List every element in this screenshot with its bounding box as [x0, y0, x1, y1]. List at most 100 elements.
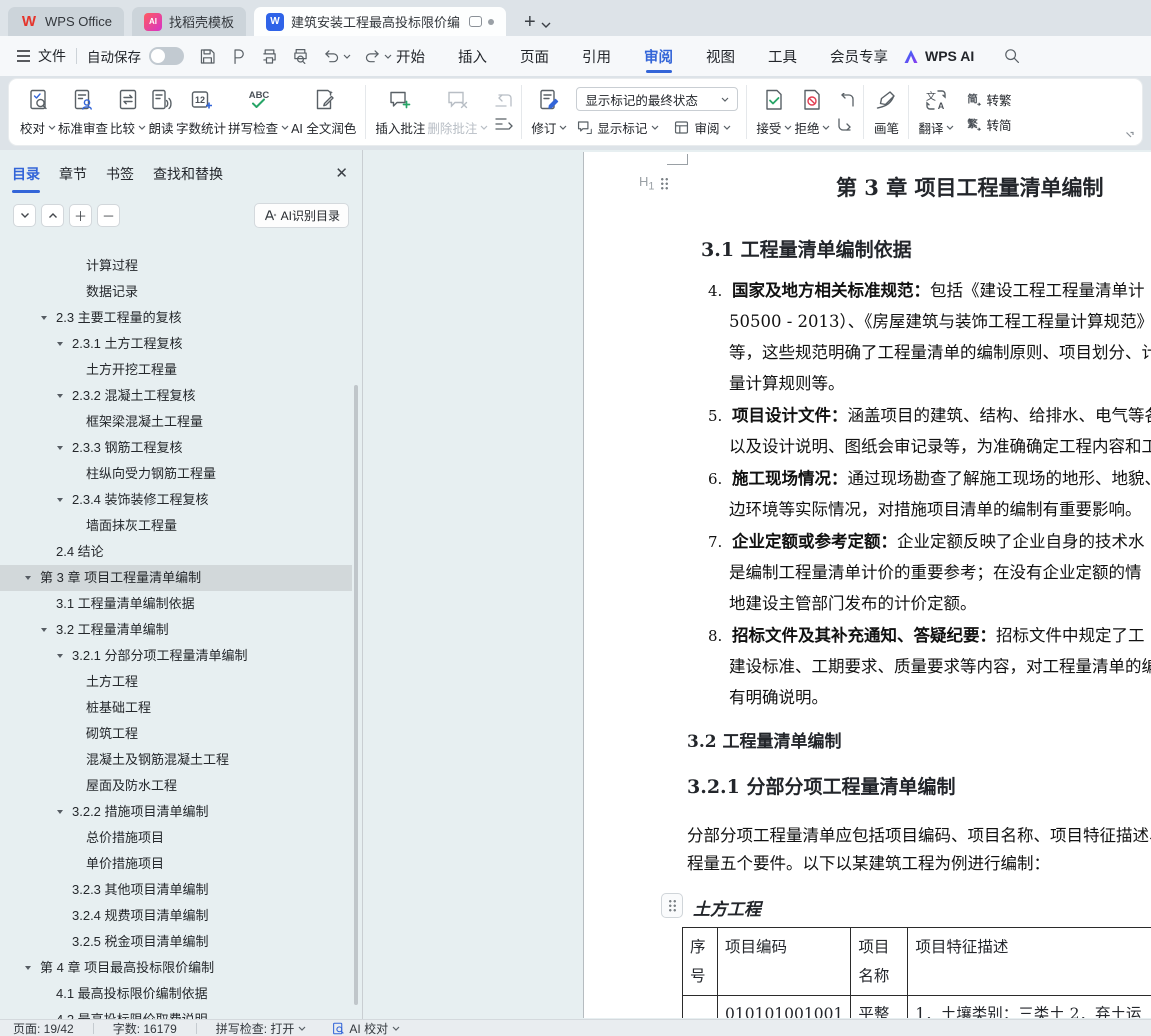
tab-chapters[interactable]: 章节 — [59, 164, 87, 193]
toc-item[interactable]: 3.2.2 措施项目清单编制 — [0, 799, 352, 825]
toc-item[interactable]: 土方工程 — [0, 669, 352, 695]
search-icon[interactable] — [1002, 46, 1021, 65]
print-button[interactable] — [260, 47, 279, 66]
menu-item-reference[interactable]: 引用 — [582, 36, 611, 76]
word-count-indicator[interactable]: 字数: 16179 — [113, 1020, 177, 1036]
toc-item[interactable]: 计算过程 — [0, 253, 352, 279]
toc-item[interactable]: 总价措施项目 — [0, 825, 352, 851]
redo-button[interactable] — [363, 47, 392, 66]
insert-comment-button[interactable]: 插入批注 — [374, 83, 426, 141]
compare-button[interactable]: 比较 — [109, 83, 147, 141]
page-indicator[interactable]: 页面: 19/42 — [13, 1020, 74, 1036]
collapse-arrow-icon[interactable] — [57, 810, 63, 814]
toc-item[interactable]: 单价措施项目 — [0, 851, 352, 877]
menu-item-member[interactable]: 会员专享 — [830, 36, 888, 76]
tab-bookmarks[interactable]: 书签 — [106, 164, 134, 193]
collapse-arrow-icon[interactable] — [57, 394, 63, 398]
next-comment-icon[interactable] — [495, 117, 514, 132]
document-page[interactable]: H1 第 3 章 项目工程量清单编制 3.1 工程量清单编制依据 4. 国家及地方… — [583, 152, 1151, 1018]
accept-change-button[interactable]: 接受 — [755, 83, 793, 141]
markup-state-dropdown[interactable]: 显示标记的最终状态 — [576, 87, 739, 111]
toc-item[interactable]: 框架梁混凝土工程量 — [0, 409, 352, 435]
toc-item[interactable]: 第 3 章 项目工程量清单编制 — [0, 565, 352, 591]
standard-review-button[interactable]: 标准审查 — [57, 83, 109, 141]
toc-item[interactable]: 桩基础工程 — [0, 695, 352, 721]
drag-handle-icon[interactable] — [660, 176, 670, 190]
toc-item[interactable]: 屋面及防水工程 — [0, 773, 352, 799]
menu-item-insert[interactable]: 插入 — [458, 36, 487, 76]
previous-change-icon[interactable] — [837, 92, 855, 108]
show-markup-button[interactable]: 显示标记 — [576, 118, 659, 137]
toc-item[interactable]: 2.4 结论 — [0, 539, 352, 565]
ai-polish-button[interactable]: AI 全文润色 — [290, 83, 357, 141]
toc-item[interactable]: 2.3.4 装饰装修工程复核 — [0, 487, 352, 513]
toc-item[interactable]: 3.1 工程量清单编制依据 — [0, 591, 352, 617]
track-changes-button[interactable]: 修订 — [530, 83, 568, 141]
menu-item-home[interactable]: 开始 — [396, 36, 425, 76]
ai-proofread-button[interactable]: AI 校对 — [332, 1020, 400, 1036]
tab-list-chevron[interactable] — [540, 21, 552, 29]
toc-item[interactable]: 土方开挖工程量 — [0, 357, 352, 383]
collapse-arrow-icon[interactable] — [25, 966, 31, 970]
toc-item[interactable]: 墙面抹灰工程量 — [0, 513, 352, 539]
table-drag-handle[interactable] — [661, 893, 683, 918]
menu-item-page[interactable]: 页面 — [520, 36, 549, 76]
wps-ai-button[interactable]: WPS AI — [903, 36, 974, 76]
toc-item[interactable]: 2.3 主要工程量的复核 — [0, 305, 352, 331]
toc-expand-button[interactable]: ＋ — [69, 204, 92, 227]
next-change-icon[interactable] — [837, 117, 855, 132]
toc-item[interactable]: 3.2 工程量清单编制 — [0, 617, 352, 643]
collapse-arrow-icon[interactable] — [25, 576, 31, 580]
ai-recognize-toc-button[interactable]: AI识别目录 — [253, 203, 349, 228]
new-tab-button[interactable]: + — [524, 12, 536, 32]
collapse-arrow-icon[interactable] — [57, 654, 63, 658]
menu-item-review[interactable]: 审阅 — [644, 36, 673, 76]
review-panel-button[interactable]: 审阅 — [673, 118, 731, 137]
toc-item[interactable]: 数据记录 — [0, 279, 352, 305]
tab-document[interactable]: W 建筑安装工程最高投标限价编 — [253, 7, 506, 36]
reject-change-button[interactable]: 拒绝 — [793, 83, 831, 141]
toc-item[interactable]: 4.1 最高投标限价编制依据 — [0, 981, 352, 1007]
toc-item[interactable]: 2.3.2 混凝土工程复核 — [0, 383, 352, 409]
toc-item[interactable]: 3.2.1 分部分项工程量清单编制 — [0, 643, 352, 669]
read-aloud-button[interactable]: 朗读 — [147, 83, 175, 141]
proofread-button[interactable]: 校对 — [19, 83, 57, 141]
collapse-arrow-icon[interactable] — [41, 628, 47, 632]
close-pane-icon[interactable]: ✕ — [335, 164, 348, 182]
to-traditional-button[interactable]: 简 转繁 — [965, 90, 1012, 109]
toc-item[interactable]: 3.2.5 税金项目清单编制 — [0, 929, 352, 955]
tab-find-replace[interactable]: 查找和替换 — [153, 164, 223, 193]
export-pdf-button[interactable] — [229, 47, 248, 66]
toc-item[interactable]: 2.3.3 钢筋工程复核 — [0, 435, 352, 461]
autosave-toggle[interactable] — [149, 47, 184, 65]
collapse-arrow-icon[interactable] — [41, 316, 47, 320]
print-preview-button[interactable] — [291, 47, 310, 66]
toc-item[interactable]: 柱纵向受力钢筋工程量 — [0, 461, 352, 487]
file-menu[interactable]: 文件 — [0, 46, 66, 66]
toc-item[interactable]: 第 4 章 项目最高投标限价编制 — [0, 955, 352, 981]
pen-button[interactable]: 画笔 — [872, 83, 900, 141]
toc-collapse-button[interactable]: － — [97, 204, 120, 227]
menu-item-view[interactable]: 视图 — [706, 36, 735, 76]
collapse-arrow-icon[interactable] — [57, 342, 63, 346]
collapse-arrow-icon[interactable] — [57, 446, 63, 450]
spell-check-button[interactable]: ABC 拼写检查 — [227, 83, 290, 141]
tab-wps-office[interactable]: W WPS Office — [8, 7, 124, 36]
tab-docer-templates[interactable]: AI 找稻壳模板 — [131, 7, 246, 36]
previous-comment-icon[interactable] — [495, 93, 513, 108]
collapse-arrow-icon[interactable] — [57, 498, 63, 502]
ribbon-expand-icon[interactable] — [1125, 131, 1135, 141]
toc-item[interactable]: 混凝土及钢筋混凝土工程 — [0, 747, 352, 773]
fan-to-jian-button[interactable]: 繁 转简 — [965, 115, 1012, 134]
toc-item[interactable]: 3.2.4 规费项目清单编制 — [0, 903, 352, 929]
spell-check-indicator[interactable]: 拼写检查: 打开 — [216, 1020, 307, 1036]
toc-previous-button[interactable] — [41, 204, 64, 227]
toc-item[interactable]: 2.3.1 土方工程复核 — [0, 331, 352, 357]
toc-item[interactable]: 3.2.3 其他项目清单编制 — [0, 877, 352, 903]
tab-toc[interactable]: 目录 — [12, 164, 40, 193]
toc-next-button[interactable] — [13, 204, 36, 227]
word-count-button[interactable]: 12 字数统计 — [175, 83, 227, 141]
toc-item[interactable]: 砌筑工程 — [0, 721, 352, 747]
undo-button[interactable] — [322, 47, 351, 66]
toc-scrollbar[interactable] — [354, 385, 358, 1005]
